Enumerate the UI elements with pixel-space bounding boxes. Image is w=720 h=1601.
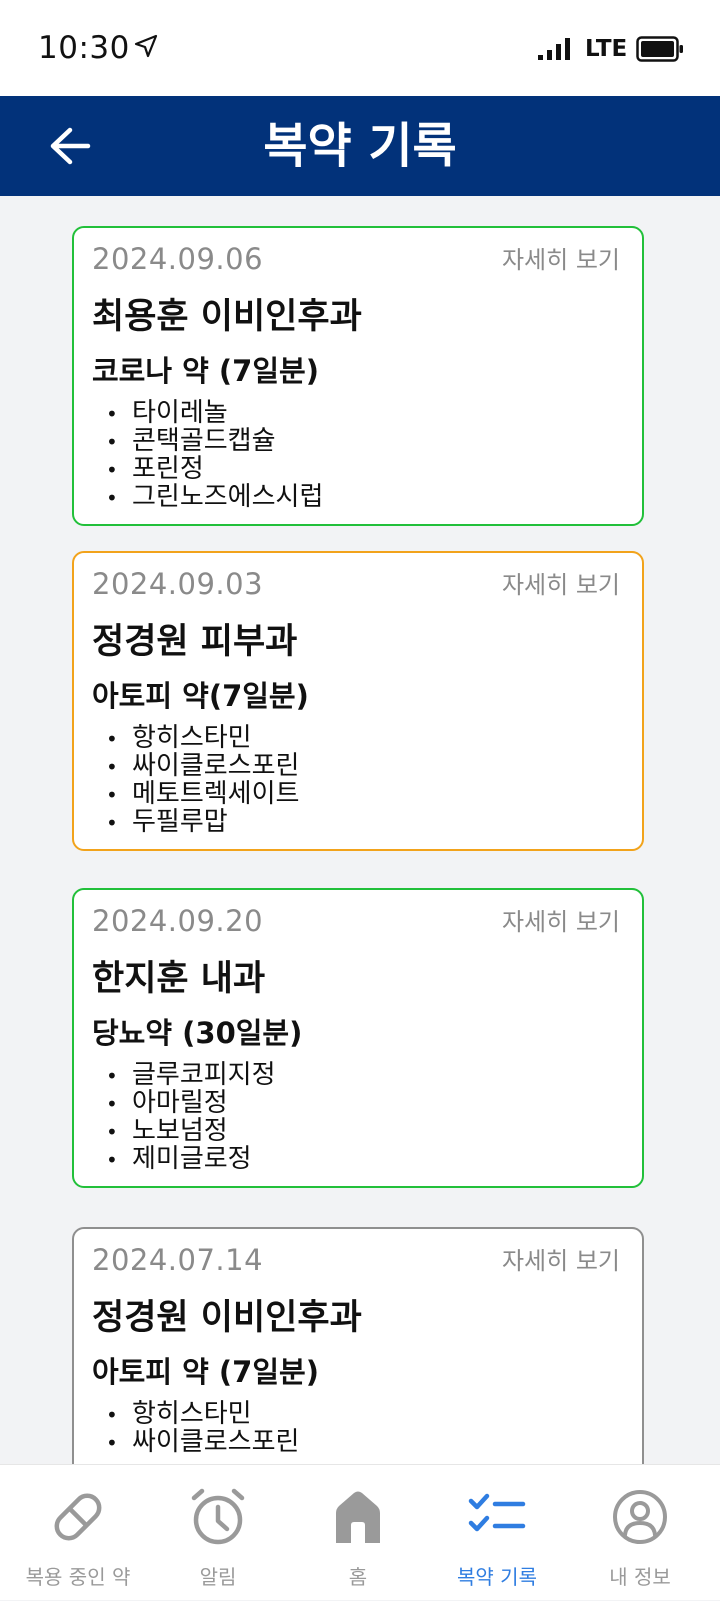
nav-label: 복용 중인 약 [25,1565,131,1589]
page-title: 복약 기록 [263,118,457,174]
medicine-item: 메토트렉세이트 [106,781,299,809]
medicine-item: 싸이클로스포린 [106,1429,299,1457]
nav-item-alarm[interactable]: 알림 [146,1465,290,1601]
record-date: 2024.09.03 [92,567,264,601]
network-type: LTE [585,36,628,62]
medicine-item: 두필루맙 [106,809,299,837]
cellular-signal-icon [538,37,576,65]
medicine-item: 포린정 [106,456,323,484]
view-details-link[interactable]: 자세히 보기 [502,240,620,275]
location-arrow-icon [133,33,159,63]
back-arrow-icon [50,127,91,165]
record-card[interactable]: 2024.09.03 자세히 보기 정경원 피부과 아토피 약(7일분) 항히스… [72,551,644,851]
medicine-list: 항히스타민 싸이클로스포린 [106,1401,299,1457]
record-date: 2024.09.06 [92,242,264,276]
medicine-list: 타이레놀 콘택골드캡슐 포린정 그린노즈에스시럽 [106,400,323,512]
battery-icon [636,36,684,66]
view-details-link[interactable]: 자세히 보기 [502,902,620,937]
prescription-title: 아토피 약(7일분) [92,679,309,713]
nav-item-current-medication[interactable]: 복용 중인 약 [6,1465,150,1601]
prescription-title: 코로나 약 (7일분) [92,354,319,388]
home-icon [336,1491,380,1543]
medication-record-list: 2024.09.06 자세히 보기 최용훈 이비인후과 코로나 약 (7일분) … [0,196,720,1464]
medicine-item: 아마릴정 [106,1090,276,1118]
view-details-link[interactable]: 자세히 보기 [502,1241,620,1276]
medicine-item: 타이레놀 [106,400,323,428]
nav-label: 복약 기록 [457,1565,537,1589]
record-date: 2024.07.14 [92,1243,264,1277]
status-bar: 10:30 LTE [0,0,720,96]
view-details-link[interactable]: 자세히 보기 [502,565,620,600]
nav-item-medication-record[interactable]: 복약 기록 [425,1465,569,1601]
record-card[interactable]: 2024.09.20 자세히 보기 한지훈 내과 당뇨약 (30일분) 글루코피… [72,888,644,1188]
profile-icon [613,1490,667,1544]
medicine-item: 항히스타민 [106,725,299,753]
prescription-title: 아토피 약 (7일분) [92,1355,319,1389]
medicine-list: 항히스타민 싸이클로스포린 메토트렉세이트 두필루맙 [106,725,299,837]
bottom-navigation: 복용 중인 약 알림 홈 복약 기록 내 정보 [0,1464,720,1600]
medicine-item: 제미글로정 [106,1146,276,1174]
medicine-item: 노보넘정 [106,1118,276,1146]
app-header: 복약 기록 [0,96,720,196]
medicine-item: 그린노즈에스시럽 [106,484,323,512]
checklist-icon [468,1493,526,1532]
medicine-item: 콘택골드캡슐 [106,428,323,456]
record-date: 2024.09.20 [92,904,264,938]
medicine-item: 싸이클로스포린 [106,753,299,781]
prescription-title: 당뇨약 (30일분) [92,1016,303,1050]
nav-label: 내 정보 [609,1565,671,1589]
medicine-item: 글루코피지정 [106,1062,276,1090]
alarm-clock-icon [191,1488,245,1545]
nav-label: 알림 [199,1565,237,1589]
back-button[interactable] [40,120,100,172]
record-card[interactable]: 2024.09.06 자세히 보기 최용훈 이비인후과 코로나 약 (7일분) … [72,226,644,526]
nav-label: 홈 [348,1565,368,1589]
record-card[interactable]: 2024.07.14 자세히 보기 정경원 이비인후과 아토피 약 (7일분) … [72,1227,644,1464]
clinic-name: 정경원 이비인후과 [92,1298,362,1338]
nav-item-my-info[interactable]: 내 정보 [568,1465,712,1601]
medicine-item: 항히스타민 [106,1401,299,1429]
clinic-name: 정경원 피부과 [92,622,298,662]
pill-icon [54,1493,102,1541]
medicine-list: 글루코피지정 아마릴정 노보넘정 제미글로정 [106,1062,276,1174]
nav-item-home[interactable]: 홈 [286,1465,430,1601]
clinic-name: 최용훈 이비인후과 [92,297,362,337]
clinic-name: 한지훈 내과 [92,959,266,999]
status-time: 10:30 [38,30,130,66]
